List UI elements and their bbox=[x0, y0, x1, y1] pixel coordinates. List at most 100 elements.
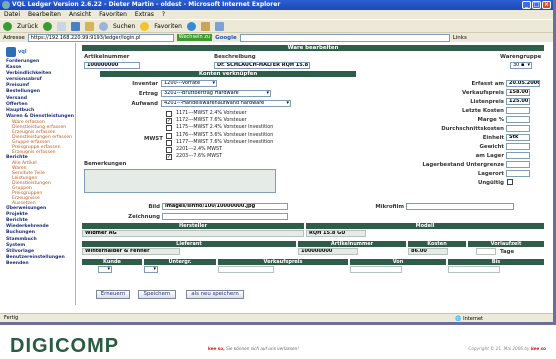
marge-input[interactable] bbox=[506, 116, 530, 123]
go-button[interactable]: Wechseln zu bbox=[176, 34, 213, 41]
menu-datei[interactable]: Datei bbox=[4, 10, 20, 19]
mwst-checkbox[interactable] bbox=[166, 125, 172, 132]
mwst-checkbox[interactable] bbox=[166, 111, 172, 117]
ie-icon bbox=[2, 1, 10, 9]
stop-icon[interactable] bbox=[56, 21, 66, 31]
kosten-input[interactable]: 86.00 bbox=[408, 248, 448, 255]
gewicht-label: Gewicht bbox=[479, 144, 504, 150]
main-content: Ware bearbeiten Artikelnummer 100000000 … bbox=[78, 43, 550, 305]
home-icon[interactable] bbox=[84, 21, 94, 31]
mwst-label: MWST bbox=[144, 136, 163, 142]
search-icon[interactable] bbox=[98, 21, 108, 31]
mwst-option-label: 2201---2.4% MWST bbox=[176, 147, 222, 152]
refresh-icon[interactable] bbox=[70, 21, 80, 31]
als-neu-speichern-button[interactable]: als neu speichern bbox=[186, 290, 244, 299]
letzte-kosten-label: Letzte Kosten bbox=[462, 108, 504, 114]
inventar-select[interactable]: 1200---Vorräte bbox=[161, 80, 217, 87]
durchschnittskosten-input[interactable] bbox=[506, 125, 530, 132]
favorites-label[interactable]: Favoriten bbox=[154, 23, 182, 30]
warengruppe-select[interactable]: 30 ▪ bbox=[510, 62, 532, 69]
von-input[interactable] bbox=[350, 266, 402, 273]
erneuern-button[interactable]: Erneuern bbox=[96, 290, 130, 299]
address-bar: Adresse https://192.168.220.99:9193/ledg… bbox=[0, 32, 553, 42]
letzte-kosten-input[interactable] bbox=[506, 107, 530, 114]
erfasst-label: Erfasst am bbox=[471, 81, 504, 87]
sidebar-logo: vql bbox=[6, 45, 75, 59]
gewicht-input[interactable] bbox=[506, 143, 530, 150]
zeichnung-label: Zeichnung bbox=[128, 214, 160, 220]
ungueltig-checkbox[interactable] bbox=[507, 179, 513, 185]
menu-bearbeiten[interactable]: Bearbeiten bbox=[28, 10, 61, 19]
bis-input[interactable] bbox=[448, 266, 500, 273]
window-titlebar: VQL Ledger Version 2.6.22 - Dieter Marti… bbox=[0, 0, 553, 10]
mwst-option-label: 1177---MWST 7.6% Vorsteuer Investition bbox=[176, 139, 274, 145]
mwst-checkbox[interactable] bbox=[166, 147, 172, 153]
mail-icon[interactable] bbox=[200, 21, 210, 31]
bemerkungen-textarea[interactable] bbox=[84, 169, 276, 193]
sidebar-item[interactable]: Beenden bbox=[6, 261, 75, 267]
menu-favoriten[interactable]: Favoriten bbox=[99, 10, 127, 19]
print-icon[interactable] bbox=[214, 21, 224, 31]
back-label[interactable]: Zurück bbox=[17, 23, 38, 30]
google-search-input[interactable] bbox=[239, 33, 450, 42]
artikelnummer-label: Artikelnummer bbox=[84, 54, 130, 60]
mwst-checkbox[interactable]: ✓ bbox=[166, 118, 172, 125]
menu-help[interactable]: ? bbox=[162, 10, 165, 19]
address-input[interactable]: https://192.168.220.99:9193/ledger/login… bbox=[27, 33, 174, 42]
lagerbestand-untergrenze-input[interactable] bbox=[506, 161, 530, 168]
internet-zone: 🌐 Internet bbox=[455, 316, 483, 322]
verkaufspreis-input[interactable]: 158.00 bbox=[506, 89, 530, 96]
menu-extras[interactable]: Extras bbox=[135, 10, 154, 19]
bild-label: Bild bbox=[148, 204, 160, 210]
footer-slogan: kee so, Sie können sich auf uns verlasse… bbox=[208, 346, 299, 351]
speichern-button[interactable]: Speichern bbox=[138, 290, 176, 299]
sidebar-item[interactable]: Benutzereinstellungen bbox=[6, 255, 75, 261]
lieferant-input[interactable]: Winterhalder & Fenner bbox=[82, 248, 180, 255]
modell-input[interactable]: RQH 15.8 GU bbox=[306, 230, 366, 237]
back-arrow-icon[interactable] bbox=[3, 21, 12, 31]
hersteller-input[interactable]: Widmer AG bbox=[82, 230, 304, 237]
lagerbestand-untergrenze-label: Lagerbestand Untergrenze bbox=[422, 162, 504, 168]
vorlaufzeit-input[interactable] bbox=[476, 248, 496, 255]
mwst-option-label: 1171---MWST 2.4% Vorsteuer bbox=[176, 111, 247, 116]
beschreibung-input[interactable]: Dr. SCHLAUCH-HALTER RQH 15.8 GU bbox=[214, 62, 310, 69]
history-icon[interactable] bbox=[186, 21, 196, 31]
mwst-option-label: 1175---MWST 2.4% Vorsteuer Investition bbox=[176, 125, 274, 131]
mwst-option-label: 1176---MWST 3.6% Vorsteuer Investition bbox=[176, 132, 274, 138]
minimize-button[interactable]: _ bbox=[522, 1, 531, 9]
aufwand-select[interactable]: 4201---Handelswarenaufwand hardware bbox=[161, 100, 291, 107]
vorlaufzeit-header: Vorlaufzeit bbox=[468, 241, 544, 247]
logo-text: vql bbox=[18, 49, 27, 55]
menu-ansicht[interactable]: Ansicht bbox=[69, 10, 91, 19]
ertrag-select[interactable]: 3201---Bruttoertrag Hardware bbox=[161, 90, 271, 97]
close-button[interactable]: × bbox=[542, 1, 551, 9]
mwst-checkbox[interactable] bbox=[166, 132, 172, 139]
search-label[interactable]: Suchen bbox=[113, 23, 135, 30]
lieferant-header: Lieferant bbox=[82, 241, 296, 247]
ertrag-label: Ertrag bbox=[138, 91, 158, 97]
sidebar-item[interactable]: Wiederkehrende Buchungen bbox=[6, 224, 75, 236]
address-label: Adresse bbox=[3, 34, 25, 41]
mwst-checkbox[interactable]: ✓ bbox=[166, 154, 172, 161]
erfasst-value[interactable]: 20.05.2006 bbox=[506, 80, 540, 87]
am-lager-input[interactable] bbox=[506, 152, 530, 159]
listenpreis-label: Listenpreis bbox=[470, 99, 504, 105]
bild-input[interactable]: images/sinflo/100/10000000.jpg bbox=[162, 203, 288, 210]
google-toolbar-logo: Google bbox=[215, 34, 237, 41]
lagerort-input[interactable] bbox=[506, 170, 530, 177]
artikelnummer-input[interactable]: 100000000 bbox=[84, 62, 140, 69]
einheit-input[interactable]: Stk bbox=[506, 134, 530, 141]
links-label[interactable]: Links bbox=[453, 35, 467, 41]
listenpreis-input[interactable]: 125.00 bbox=[506, 98, 530, 105]
mwst-checkbox[interactable] bbox=[166, 139, 172, 146]
kunde-verkaufspreis-input[interactable] bbox=[218, 266, 274, 273]
zeichnung-input[interactable] bbox=[162, 213, 288, 220]
maximize-button[interactable]: □ bbox=[532, 1, 541, 9]
ungueltig-label: Ungültig bbox=[477, 180, 504, 186]
lieferant-artikelnummer-input[interactable]: 100000000 bbox=[298, 248, 358, 255]
kunde-select[interactable] bbox=[98, 266, 112, 273]
forward-arrow-icon[interactable] bbox=[42, 21, 52, 31]
mikrofilm-input[interactable] bbox=[406, 203, 514, 210]
favorites-star-icon[interactable] bbox=[140, 21, 150, 31]
untergruppe-select[interactable] bbox=[144, 266, 158, 273]
